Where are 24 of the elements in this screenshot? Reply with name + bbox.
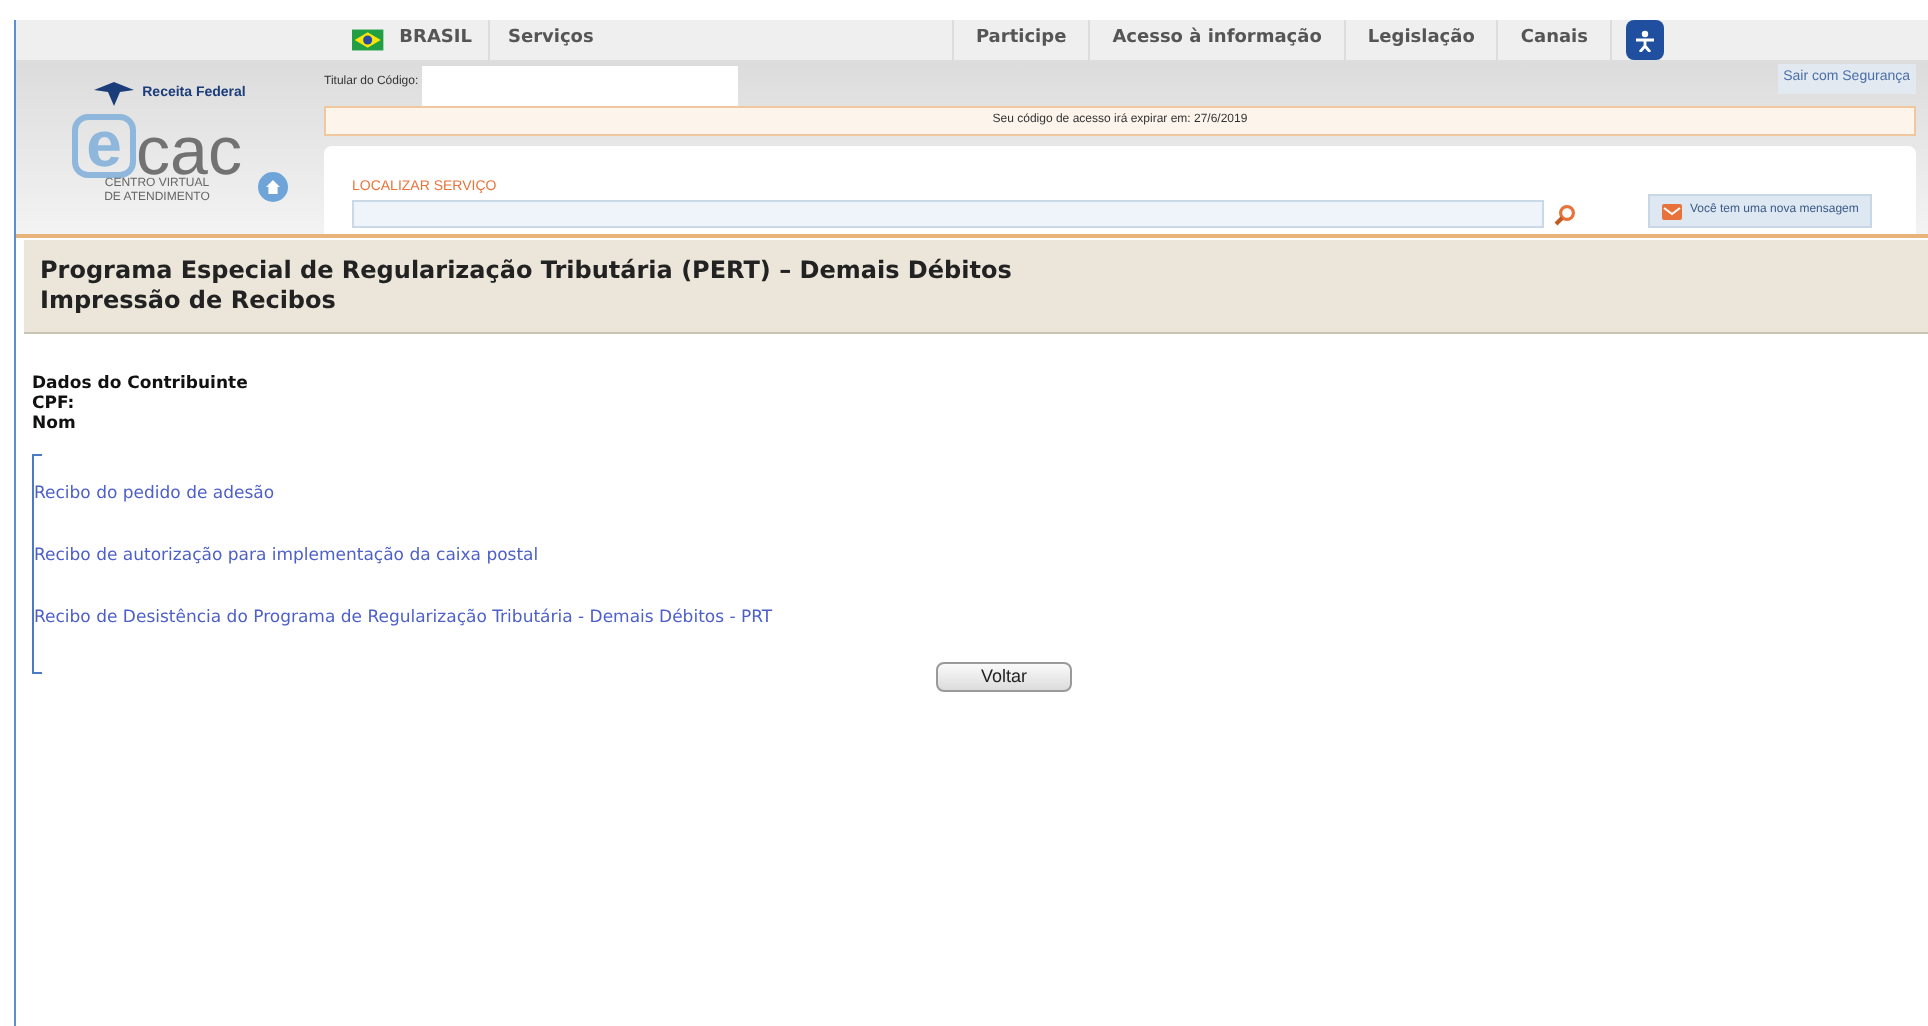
- country-label[interactable]: BRASIL: [399, 26, 472, 54]
- field-label: Nom: [32, 414, 76, 434]
- home-icon[interactable]: [257, 172, 288, 202]
- section-heading: Dados do Contribuinte: [32, 374, 248, 394]
- back-button[interactable]: Voltar: [936, 662, 1072, 692]
- logo-name: cac: [136, 126, 242, 178]
- receipt-link[interactable]: Recibo de autorização para implementação da caixa postal: [32, 544, 539, 568]
- nav-link[interactable]: Canais: [1496, 20, 1610, 60]
- search-field[interactable]: [352, 200, 1544, 228]
- envelope-icon: [1662, 203, 1682, 219]
- receipt-link[interactable]: Recibo do pedido de adesão: [32, 482, 275, 506]
- eagle-logo-icon: [94, 82, 135, 106]
- field-label: CPF:: [32, 394, 75, 414]
- accessibility-icon[interactable]: [1626, 20, 1664, 60]
- logo-mark: e: [72, 114, 137, 178]
- flag-icon: [352, 28, 384, 52]
- nav-link[interactable]: Participe: [951, 20, 1089, 60]
- nav-link[interactable]: Acesso à informação: [1088, 20, 1344, 60]
- page-subtitle: Impressão de Recibos: [40, 286, 338, 316]
- nav-link[interactable]: Legislação: [1343, 20, 1497, 60]
- page-title: Programa Especial de Regularização Tributária (PERT) – Demais Débitos: [40, 256, 1014, 286]
- search-icon[interactable]: [1554, 204, 1576, 226]
- nav-link[interactable]: Serviços: [490, 20, 612, 60]
- receipt-link[interactable]: Recibo de Desistência do Programa de Regularização Tributária - Demais Débitos - PRT: [32, 606, 773, 630]
